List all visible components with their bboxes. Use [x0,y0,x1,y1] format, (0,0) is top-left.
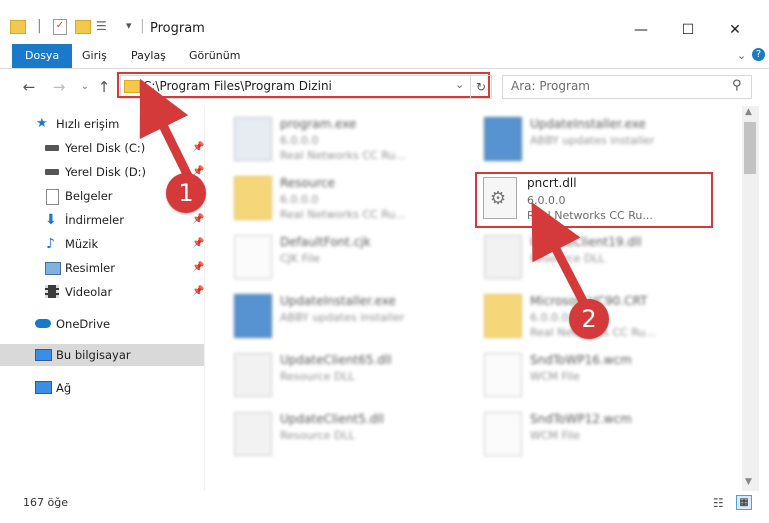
arrow-2 [531,202,590,310]
callout-2: 2 [569,299,609,339]
callout-1: 1 [166,173,206,213]
annotation-arrows [139,78,590,310]
arrow-1 [139,78,195,185]
